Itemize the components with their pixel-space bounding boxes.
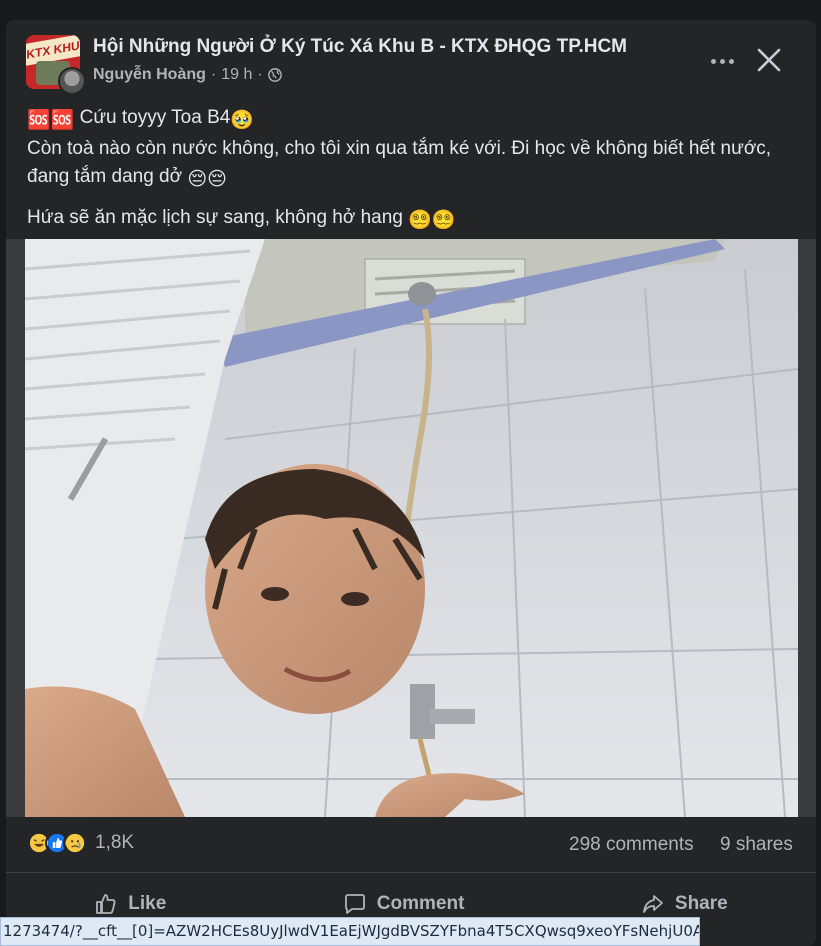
- post-stats: 1,8K 298 comments 9 shares: [6, 817, 816, 873]
- share-button[interactable]: Share: [641, 892, 728, 916]
- reaction-count[interactable]: 1,8K: [95, 832, 134, 854]
- more-dot-icon: [719, 58, 725, 64]
- like-label: Like: [128, 893, 167, 914]
- more-dot-icon: [710, 58, 716, 64]
- meta-separator: ·: [257, 66, 263, 83]
- thumbs-up-icon: [96, 894, 116, 914]
- globe-icon[interactable]: [267, 68, 282, 82]
- comment-icon: [344, 894, 365, 914]
- pensive-emoji: 😔😔: [187, 169, 227, 190]
- post-media: [6, 239, 816, 817]
- comment-label: Comment: [376, 893, 465, 914]
- author-name-link[interactable]: Nguyễn Hoàng: [93, 66, 206, 84]
- post-time-link[interactable]: 19 h: [221, 66, 252, 84]
- post-text-line: 🆘🆘 Cứu toyyy Toa B4🥹: [27, 104, 797, 135]
- sos-emoji: 🆘🆘: [27, 110, 75, 131]
- shares-count-link[interactable]: 9 shares: [720, 834, 793, 856]
- meta-separator: ·: [210, 66, 217, 83]
- comments-count-link[interactable]: 298 comments: [569, 834, 694, 856]
- care-reaction-icon: [63, 831, 87, 855]
- browser-status-url: 1273474/?__cft__[0]=AZW2HCEs8UyJlwdV1EaE…: [0, 917, 700, 946]
- post-text-title: Cứu toyyy Toa B4: [79, 107, 231, 128]
- post-text-line: Còn toà nào còn nước không, cho tôi xin …: [27, 135, 797, 194]
- post-meta: Nguyễn Hoàng · 19 h ·: [93, 66, 282, 84]
- like-button[interactable]: Like: [94, 892, 166, 916]
- post-header: KTX KHU B Hội Những Người Ở Ký Túc Xá Kh…: [6, 20, 816, 100]
- post-card: KTX KHU B Hội Những Người Ở Ký Túc Xá Kh…: [6, 20, 816, 946]
- post-text-content: Còn toà nào còn nước không, cho tôi xin …: [27, 138, 772, 187]
- more-options-button[interactable]: [702, 46, 742, 76]
- comment-button[interactable]: Comment: [343, 892, 465, 916]
- more-dot-icon: [728, 58, 734, 64]
- post-text-content: Hứa sẽ ăn mặc lịch sự sang, không hở han…: [27, 207, 403, 228]
- post-body: 🆘🆘 Cứu toyyy Toa B4🥹 Còn toà nào còn nướ…: [27, 104, 797, 245]
- post-photo[interactable]: [25, 239, 798, 817]
- dizzy-emoji: 😵‍💫😵‍💫: [408, 210, 456, 231]
- close-icon[interactable]: [751, 42, 787, 78]
- group-name-link[interactable]: Hội Những Người Ở Ký Túc Xá Khu B - KTX …: [93, 36, 627, 58]
- share-label: Share: [674, 893, 728, 914]
- share-icon: [643, 895, 663, 913]
- author-avatar[interactable]: [58, 67, 86, 95]
- post-text-line: Hứa sẽ ăn mặc lịch sự sang, không hở han…: [27, 204, 797, 235]
- reactions-summary[interactable]: 1,8K: [27, 831, 134, 855]
- pleading-emoji: 🥹: [230, 110, 255, 131]
